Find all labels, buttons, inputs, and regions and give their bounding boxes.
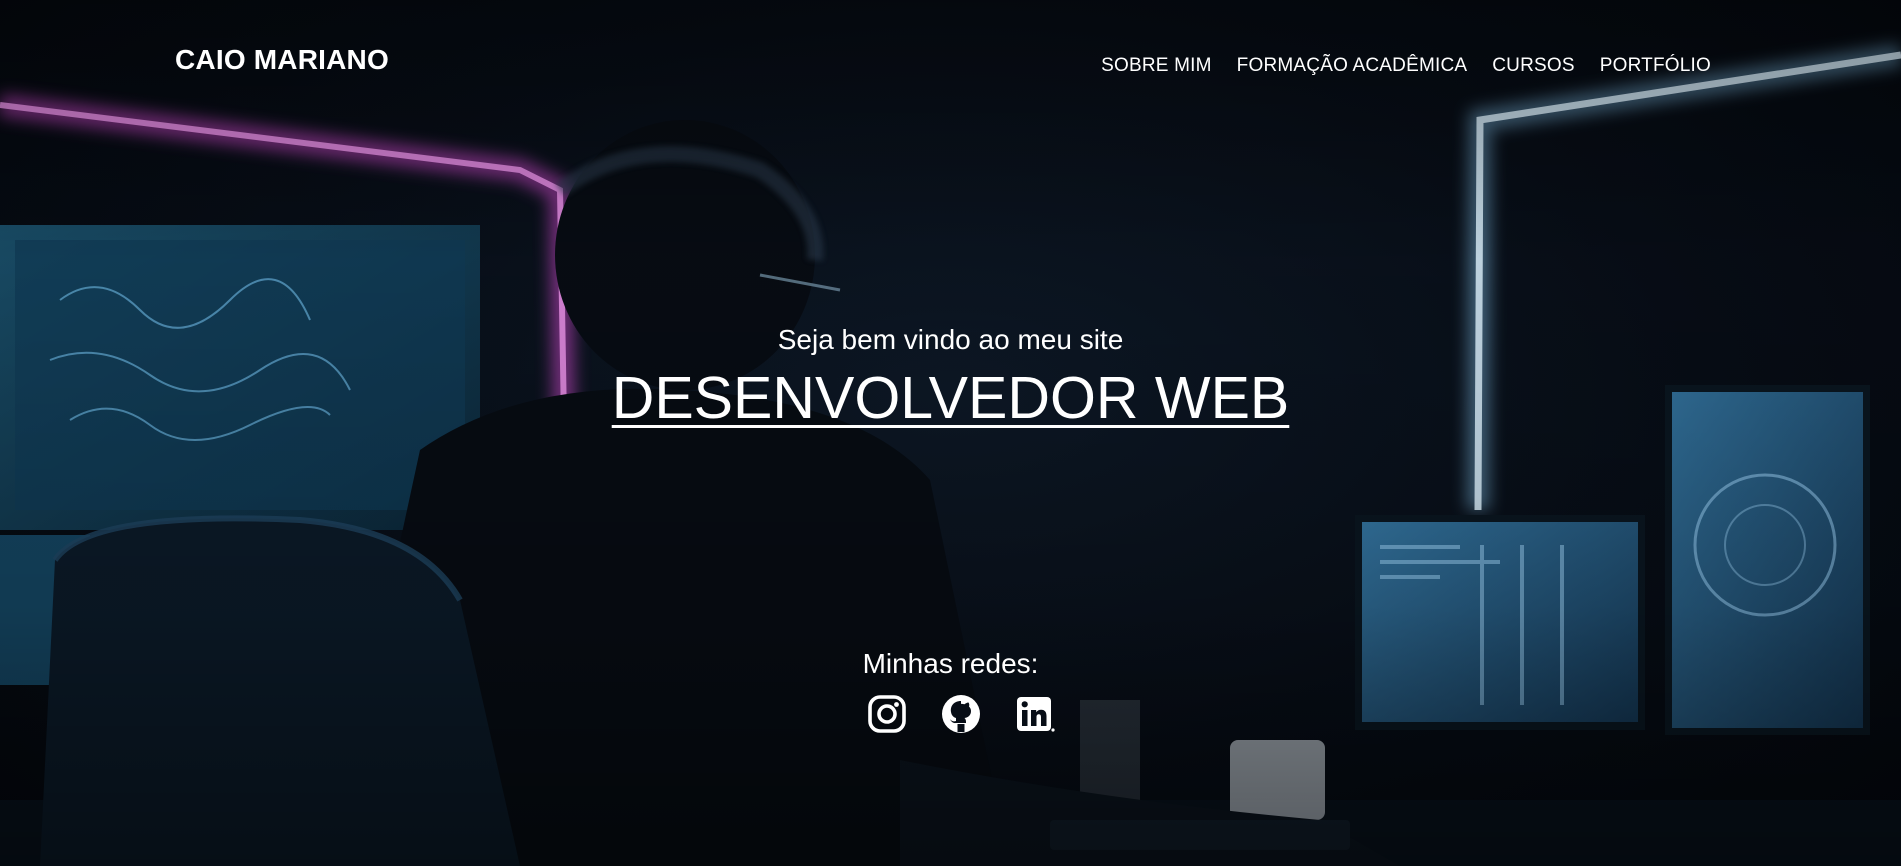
welcome-text: Seja bem vindo ao meu site [777, 324, 1124, 355]
networks-label: Minhas redes: [862, 648, 1039, 679]
nav-item-cursos: CURSOS [1492, 55, 1575, 77]
github-link[interactable] [941, 693, 981, 735]
linkedin-link[interactable] [1015, 693, 1055, 735]
nav-link-cursos[interactable]: CURSOS [1492, 55, 1575, 76]
hero-headline: DESENVOLVEDOR WEB [611, 365, 1290, 431]
site-logo[interactable]: CAIO MARIANO [175, 44, 389, 76]
github-icon [941, 695, 980, 733]
main-nav: SOBRE MIM FORMAÇÃO ACADÊMICA CURSOS PORT… [1101, 55, 1711, 77]
nav-link-portfolio[interactable]: PORTFÓLIO [1600, 55, 1711, 76]
nav-item-portfolio: PORTFÓLIO [1600, 55, 1711, 77]
instagram-icon [867, 695, 906, 733]
nav-item-sobre-mim: SOBRE MIM [1101, 55, 1212, 77]
background-overlay [0, 0, 1901, 866]
nav-item-formacao-academica: FORMAÇÃO ACADÊMICA [1237, 55, 1468, 77]
linkedin-icon [1016, 697, 1055, 732]
nav-link-sobre-mim[interactable]: SOBRE MIM [1101, 55, 1212, 76]
social-links [0, 693, 1901, 735]
instagram-link[interactable] [867, 693, 907, 735]
hero-section: CAIO MARIANO SOBRE MIM FORMAÇÃO ACADÊMIC… [0, 0, 1901, 866]
nav-link-formacao-academica[interactable]: FORMAÇÃO ACADÊMICA [1237, 55, 1468, 76]
